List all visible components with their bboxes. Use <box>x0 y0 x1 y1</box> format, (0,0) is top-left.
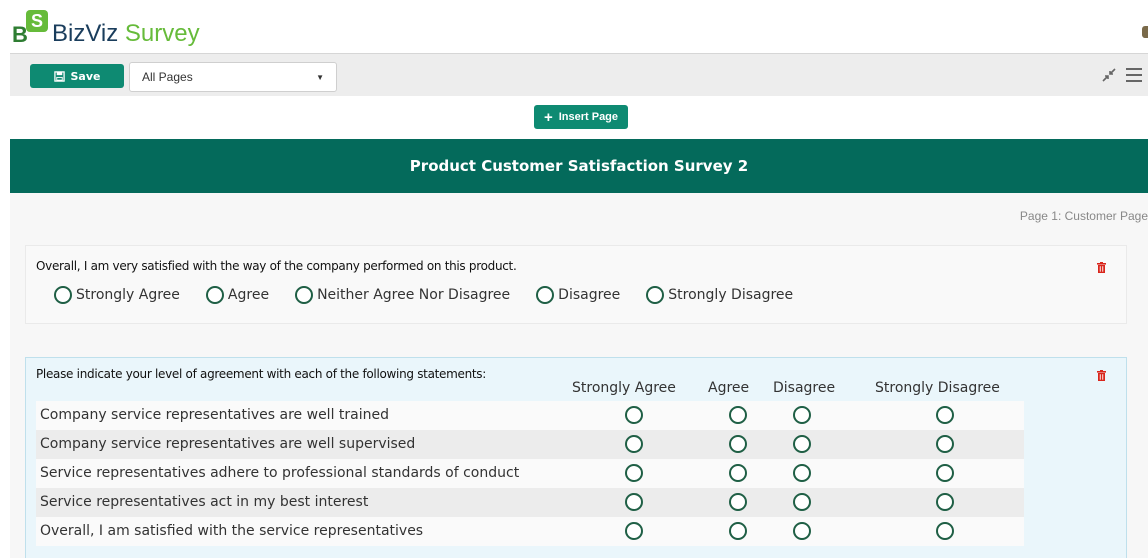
matrix-row: Overall, I am satisfied with the service… <box>36 517 1024 546</box>
radio-button[interactable] <box>625 435 643 453</box>
plus-icon: + <box>543 108 553 126</box>
radio-button[interactable] <box>793 522 811 540</box>
radio-button[interactable] <box>793 493 811 511</box>
matrix-row: Service representatives adhere to profes… <box>36 459 1024 488</box>
question-text: Please indicate your level of agreement … <box>36 367 486 381</box>
option-strongly-disagree[interactable]: Strongly Disagree <box>646 286 793 304</box>
question-text: Overall, I am very satisfied with the wa… <box>36 259 517 273</box>
radio-button[interactable] <box>936 406 954 424</box>
compress-icon[interactable] <box>1101 67 1117 83</box>
radio-button[interactable] <box>295 286 314 304</box>
toolbar: Save All Pages ▼ <box>10 53 1148 96</box>
page-select[interactable]: All Pages ▼ <box>129 62 337 92</box>
radio-button[interactable] <box>729 435 747 453</box>
save-icon <box>53 70 65 82</box>
radio-button[interactable] <box>625 406 643 424</box>
question-card-2[interactable]: Please indicate your level of agreement … <box>25 357 1127 558</box>
insert-page-label: Insert Page <box>558 111 619 123</box>
radio-button[interactable] <box>729 522 747 540</box>
option-label: Disagree <box>558 287 621 303</box>
save-button[interactable]: Save <box>30 64 124 88</box>
user-icon[interactable] <box>1142 26 1148 38</box>
survey-page: Page 1: Customer Page Overall, I am very… <box>10 193 1148 558</box>
row-label: Service representatives adhere to profes… <box>40 465 520 481</box>
option-agree[interactable]: Agree <box>205 286 270 304</box>
delete-icon[interactable] <box>1097 370 1106 381</box>
row-label: Overall, I am satisfied with the service… <box>40 523 424 539</box>
option-label: Strongly Disagree <box>668 287 794 303</box>
radio-button[interactable] <box>729 493 747 511</box>
matrix-row: Company service representatives are well… <box>36 401 1024 430</box>
option-label: Strongly Agree <box>76 287 180 303</box>
radio-button[interactable] <box>936 464 954 482</box>
radio-button[interactable] <box>936 522 954 540</box>
page-select-value: All Pages <box>142 70 193 84</box>
question-card-1[interactable]: Overall, I am very satisfied with the wa… <box>25 245 1127 324</box>
radio-button[interactable] <box>205 286 224 304</box>
column-header: Agree <box>708 380 750 396</box>
radio-button[interactable] <box>54 286 72 304</box>
option-label: Neither Agree Nor Disagree <box>317 287 511 303</box>
brand-part2: Survey <box>124 20 200 47</box>
option-label: Agree <box>227 287 270 303</box>
row-label: Service representatives act in my best i… <box>40 494 369 510</box>
radio-button[interactable] <box>936 493 954 511</box>
option-strongly-agree[interactable]: Strongly Agree <box>54 286 180 304</box>
survey-title: Product Customer Satisfaction Survey 2 <box>10 139 1148 193</box>
column-header: Disagree <box>773 380 836 396</box>
row-label: Company service representatives are well… <box>40 436 416 452</box>
option-neither[interactable]: Neither Agree Nor Disagree <box>295 286 510 304</box>
radio-button[interactable] <box>646 286 665 304</box>
radio-button[interactable] <box>625 493 643 511</box>
row-label: Company service representatives are well… <box>40 407 390 423</box>
save-button-label: Save <box>70 69 101 83</box>
radio-button[interactable] <box>793 464 811 482</box>
logo-letter-s: S <box>26 10 48 32</box>
page-label: Page 1: Customer Page <box>1019 209 1148 223</box>
radio-button[interactable] <box>793 435 811 453</box>
matrix-row: Service representatives act in my best i… <box>36 488 1024 517</box>
option-disagree[interactable]: Disagree <box>536 286 620 304</box>
delete-icon[interactable] <box>1097 262 1106 273</box>
brand-name: BizViz Survey <box>52 20 200 48</box>
radio-button[interactable] <box>536 286 555 304</box>
app-header: B S BizViz Survey <box>0 0 1148 52</box>
insert-page-button[interactable]: + Insert Page <box>534 105 628 129</box>
radio-button[interactable] <box>625 522 643 540</box>
radio-button[interactable] <box>729 464 747 482</box>
column-header: Strongly Agree <box>572 380 676 396</box>
matrix-row: Company service representatives are well… <box>36 430 1024 459</box>
chevron-down-icon: ▼ <box>316 72 324 82</box>
bizviz-logo: B S <box>12 10 48 47</box>
column-header: Strongly Disagree <box>875 380 1000 396</box>
radio-group: Strongly Agree Agree Neither Agree Nor D… <box>54 286 819 304</box>
radio-button[interactable] <box>936 435 954 453</box>
radio-button[interactable] <box>625 464 643 482</box>
hamburger-menu-icon[interactable] <box>1126 68 1142 82</box>
likert-matrix: Company service representatives are well… <box>36 401 1024 546</box>
radio-button[interactable] <box>729 406 747 424</box>
brand-part1: BizViz <box>52 20 119 47</box>
radio-button[interactable] <box>793 406 811 424</box>
